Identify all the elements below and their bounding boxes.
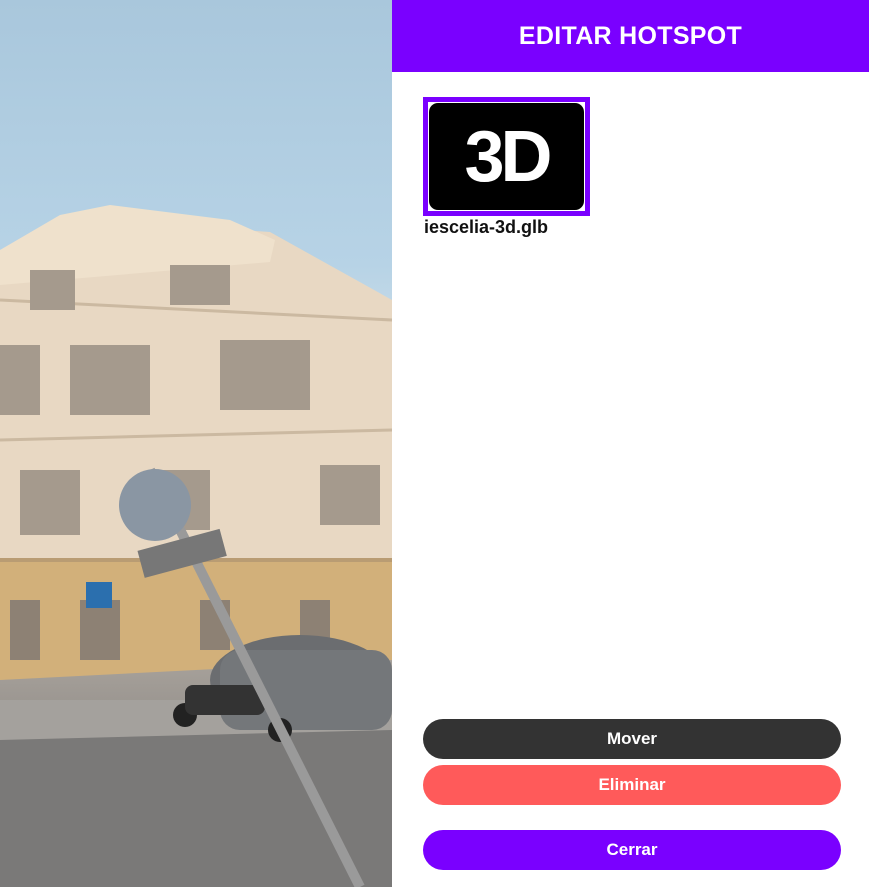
- asset-thumbnail[interactable]: 3D: [423, 97, 590, 216]
- 3d-model-icon: 3D: [429, 103, 584, 210]
- close-button[interactable]: Cerrar: [423, 830, 841, 870]
- panel-title: EDITAR HOTSPOT: [518, 21, 743, 50]
- panel-header: EDITAR HOTSPOT: [392, 0, 869, 72]
- panorama-view[interactable]: [0, 0, 392, 887]
- asset-filename: iescelia-3d.glb: [424, 217, 549, 237]
- thumbnail-label: 3D: [464, 116, 552, 197]
- building-photo: [0, 205, 392, 887]
- edit-hotspot-panel: EDITAR HOTSPOT 3D iescelia-3d.glb Mover …: [392, 0, 869, 887]
- delete-button[interactable]: Eliminar: [423, 765, 841, 805]
- move-button[interactable]: Mover: [423, 719, 841, 759]
